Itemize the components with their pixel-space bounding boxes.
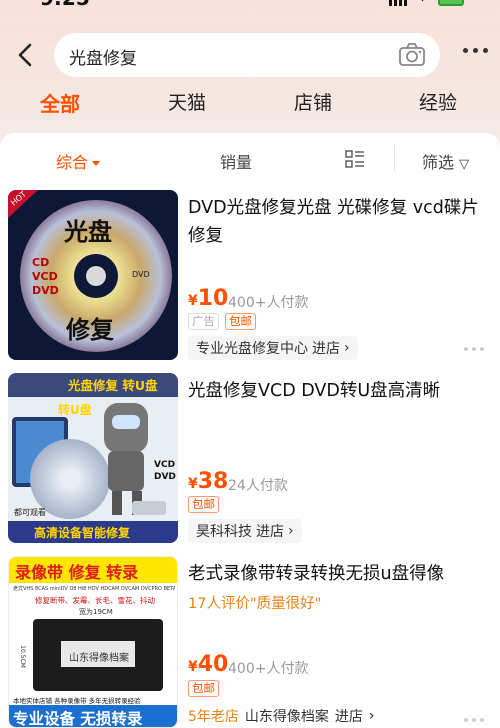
shop-age: 5年老店 [188, 709, 239, 725]
currency: ¥ [188, 293, 198, 309]
filter-icon: ▽ [459, 157, 470, 172]
product-image[interactable]: 光盘修复 转U盘 转U盘 VCD DVD 都可观看 高清设备智能修复 [8, 373, 178, 543]
wifi-icon: ⌔ [415, 0, 430, 6]
price-value: 38 [197, 469, 229, 494]
currency: ¥ [188, 476, 198, 492]
image-tags: VCD DVD [154, 459, 176, 483]
camera-icon[interactable] [398, 42, 426, 68]
back-arrow-icon[interactable] [14, 41, 38, 69]
image-banner: 光盘修复 转U盘 [68, 378, 158, 393]
more-icon[interactable] [464, 347, 484, 351]
image-sub: 转U盘 [58, 403, 92, 417]
shop-link[interactable]: 昊科科技 进店 › [188, 519, 302, 543]
image-repairs: 修复断带、发霉、长毛、雪花、抖动 [35, 596, 155, 605]
image-banner: 录像带 修复 转录 [15, 563, 139, 582]
format-cd: CD [32, 256, 50, 269]
image-subtitle: 修复 [66, 316, 114, 344]
product-price: ¥38 [188, 469, 228, 494]
category-tabs: 全部 天猫 店铺 经验 [0, 88, 500, 122]
review-summary: 17人评价"质量很好" [188, 596, 322, 612]
chevron-right-icon: › [344, 340, 350, 356]
product-price: ¥10 [188, 286, 228, 311]
enter-shop: 进店 [256, 524, 284, 540]
product-title[interactable]: DVD光盘修复光盘 光碟修复 vcd碟片修复 [188, 194, 488, 250]
image-footer: 专业设备 无损转录 [13, 710, 143, 728]
search-input[interactable]: 光盘修复 [54, 33, 440, 77]
free-shipping-badge: 包邮 [188, 496, 219, 513]
badge-row: 包邮 [188, 680, 219, 697]
battery-icon [438, 0, 464, 6]
enter-shop: 进店 [334, 709, 363, 725]
product-title[interactable]: 光盘修复VCD DVD转U盘高清晰 [188, 377, 488, 405]
image-note: 都可观看 [14, 508, 46, 517]
image-title: 光盘 [64, 218, 112, 246]
product-image[interactable]: HOT 光盘 CD VCD DVD DVD 修复 [8, 190, 178, 360]
tag-vcd: VCD [154, 460, 176, 470]
badge-row: 包邮 [188, 496, 219, 513]
sales-count: 400+人付款 [228, 295, 309, 311]
shop-name: 昊科科技 [196, 524, 252, 540]
image-formats: CD VCD DVD [32, 256, 62, 298]
sort-comprehensive-label: 综合 [56, 153, 89, 172]
free-shipping-badge: 包邮 [225, 313, 256, 330]
ad-badge: 广告 [188, 313, 219, 330]
shop-name: 山东得像档案 [244, 709, 329, 725]
layout-toggle-icon[interactable] [345, 150, 365, 168]
filter-label: 筛选 [422, 153, 455, 172]
shop-link[interactable]: 5年老店 山东得像档案 进店 › [188, 706, 375, 726]
divider [394, 145, 395, 171]
tab-tmall[interactable]: 天猫 [168, 88, 206, 115]
more-options-icon[interactable] [463, 48, 488, 53]
badge-row: 广告 包邮 [188, 313, 256, 330]
product-title[interactable]: 老式录像带转录转换无损u盘得像 [188, 560, 488, 588]
image-size: 宽为19CM [79, 608, 113, 616]
tab-shops[interactable]: 店铺 [294, 88, 332, 115]
tab-all[interactable]: 全部 [40, 88, 80, 117]
filter-button[interactable]: 筛选 ▽ [422, 149, 469, 173]
sales-count: 24人付款 [228, 478, 288, 494]
chevron-right-icon: › [368, 708, 375, 724]
enter-shop: 进店 [312, 341, 340, 357]
sort-comprehensive[interactable]: 综合 [56, 149, 101, 173]
product-image[interactable]: 录像带 修复 转录 老式VHS 8CAS miniDV D8 Hi8 HDV H… [8, 556, 178, 728]
format-dvd: DVD [32, 284, 59, 297]
status-time: 9:25 [40, 0, 90, 10]
image-label: 山东得像档案 [69, 653, 129, 664]
product-price: ¥40 [188, 652, 228, 677]
image-side: 10.5CM [18, 645, 26, 668]
price-value: 10 [197, 286, 229, 311]
status-bar: 9:25 ⌔ [0, 0, 500, 10]
sort-bar: 综合 销量 筛选 ▽ [0, 133, 500, 185]
price-value: 40 [197, 652, 229, 677]
currency: ¥ [188, 659, 198, 675]
image-slogan: 本地实体店铺 各种录像带 多年无损转录经验 [13, 697, 141, 705]
disc-label: DVD [132, 270, 150, 279]
tab-experience[interactable]: 经验 [419, 88, 457, 115]
image-footer: 高清设备智能修复 [34, 526, 131, 540]
more-icon[interactable] [464, 718, 484, 722]
tag-dvd: DVD [154, 472, 176, 482]
search-row: 光盘修复 [0, 30, 500, 80]
results-panel: 综合 销量 筛选 ▽ HOT 光盘 CD VCD DVD DVD 修复 DVD光… [0, 133, 500, 728]
shop-link[interactable]: 专业光盘修复中心 进店 › [188, 336, 358, 360]
signal-icon [388, 0, 407, 6]
free-shipping-badge: 包邮 [188, 680, 219, 697]
image-types: 老式VHS 8CAS miniDV D8 Hi8 HDV HDCAM DVCAM… [13, 586, 175, 592]
format-vcd: VCD [32, 270, 58, 283]
status-icons: ⌔ [388, 0, 464, 6]
shop-name: 专业光盘修复中心 [196, 341, 308, 357]
caret-down-icon [92, 161, 101, 166]
chevron-right-icon: › [288, 523, 294, 539]
sales-count: 400+人付款 [228, 661, 309, 677]
sort-sales[interactable]: 销量 [220, 149, 252, 173]
search-query: 光盘修复 [69, 49, 137, 69]
